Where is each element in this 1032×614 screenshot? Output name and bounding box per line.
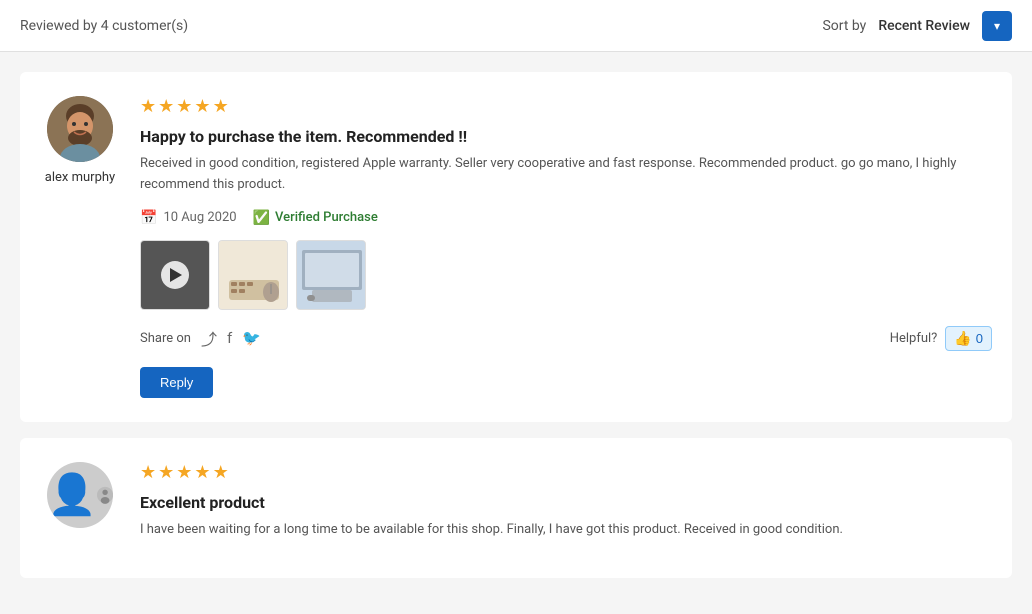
share-label: Share on xyxy=(140,331,191,346)
review-title-2: Excellent product xyxy=(140,493,992,512)
helpful-label: Helpful? xyxy=(890,331,938,346)
review-images xyxy=(140,240,992,310)
star-rating-2: ★ ★ ★ ★ ★ xyxy=(140,462,992,483)
play-triangle xyxy=(170,268,182,282)
review-image-2[interactable] xyxy=(296,240,366,310)
star-1: ★ xyxy=(140,96,156,117)
share-icon[interactable]: ⤴ xyxy=(201,326,217,350)
star-5: ★ xyxy=(213,462,229,483)
review-meta: 📅 10 Aug 2020 ✅ Verified Purchase xyxy=(140,210,992,226)
reviews-content: alex murphy ★ ★ ★ ★ ★ Happy to purchase … xyxy=(0,52,1032,614)
review-image-1[interactable] xyxy=(218,240,288,310)
review-actions: Share on ⤴ f 🐦 Helpful? 👍 0 xyxy=(140,326,992,351)
review-text: Received in good condition, registered A… xyxy=(140,154,992,196)
helpful-count: 0 xyxy=(976,331,983,346)
header-bar: Reviewed by 4 customer(s) Sort by Recent… xyxy=(0,0,1032,52)
play-icon xyxy=(161,261,189,289)
thumbs-up-icon: 👍 xyxy=(954,330,971,347)
reviewer-info-2 xyxy=(40,462,120,555)
review-image-video[interactable] xyxy=(140,240,210,310)
facebook-icon[interactable]: f xyxy=(227,329,232,347)
date-text: 10 Aug 2020 xyxy=(163,210,236,225)
avatar-placeholder xyxy=(47,462,113,528)
reply-button[interactable]: Reply xyxy=(140,367,213,398)
reviewed-by-text: Reviewed by 4 customer(s) xyxy=(20,18,188,34)
helpful-button[interactable]: 👍 0 xyxy=(945,326,992,351)
review-card: alex murphy ★ ★ ★ ★ ★ Happy to purchase … xyxy=(20,72,1012,422)
review-title: Happy to purchase the item. Recommended … xyxy=(140,127,992,146)
star-2: ★ xyxy=(158,96,174,117)
verified-check-icon: ✅ xyxy=(253,210,270,226)
star-5: ★ xyxy=(213,96,229,117)
sort-value: Recent Review xyxy=(878,18,970,34)
avatar xyxy=(47,96,113,162)
video-thumbnail xyxy=(141,241,209,309)
sort-by-label: Sort by xyxy=(822,18,866,34)
verified-label: Verified Purchase xyxy=(275,210,378,225)
star-3: ★ xyxy=(176,462,192,483)
star-rating: ★ ★ ★ ★ ★ xyxy=(140,96,992,117)
reply-section: Reply xyxy=(140,367,992,398)
star-4: ★ xyxy=(194,462,210,483)
review-text-2: I have been waiting for a long time to b… xyxy=(140,520,992,541)
helpful-section: Helpful? 👍 0 xyxy=(890,326,992,351)
star-3: ★ xyxy=(176,96,192,117)
star-2: ★ xyxy=(158,462,174,483)
avatar-image xyxy=(47,96,113,162)
review-date: 📅 10 Aug 2020 xyxy=(140,210,237,226)
avatar-2 xyxy=(47,462,113,528)
calendar-icon: 📅 xyxy=(140,210,157,226)
reviewer-info: alex murphy xyxy=(40,96,120,398)
star-1: ★ xyxy=(140,462,156,483)
twitter-icon[interactable]: 🐦 xyxy=(242,329,261,347)
star-4: ★ xyxy=(194,96,210,117)
share-section: Share on ⤴ f 🐦 xyxy=(140,326,261,350)
verified-badge: ✅ Verified Purchase xyxy=(253,210,378,226)
review-card-2: ★ ★ ★ ★ ★ Excellent product I have been … xyxy=(20,438,1012,579)
reviewer-name: alex murphy xyxy=(45,170,115,185)
sort-dropdown-button[interactable]: ▾ xyxy=(982,11,1012,41)
sort-section: Sort by Recent Review ▾ xyxy=(822,11,1012,41)
review-body-2: ★ ★ ★ ★ ★ Excellent product I have been … xyxy=(140,462,992,555)
review-body: ★ ★ ★ ★ ★ Happy to purchase the item. Re… xyxy=(140,96,992,398)
